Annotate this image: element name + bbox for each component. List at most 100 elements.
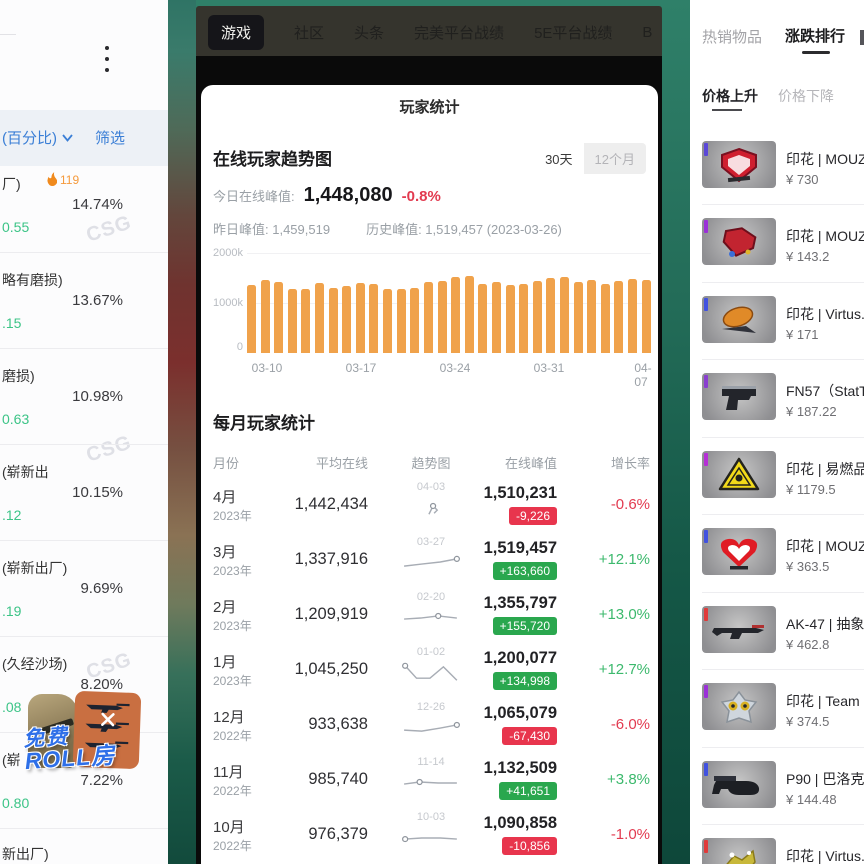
alltime-peak: 历史峰值: 1,519,457 (2023-03-26) [366, 219, 562, 238]
pistol-icon [702, 373, 776, 420]
item-name: 印花 | Team [786, 691, 864, 711]
divider [0, 828, 168, 829]
item-thumbnail [702, 838, 776, 864]
market-item[interactable]: 印花 | MOUZ ¥ 363.5 [690, 528, 864, 592]
row-month: 12月 [213, 706, 245, 727]
trend-sparkline [401, 659, 461, 685]
market-item[interactable]: 印花 | Virtus. [690, 838, 864, 864]
today-peak-label: 今日在线峰值: [213, 186, 295, 205]
item-price: ¥ 187.22 [786, 404, 837, 419]
item-name: 印花 | Virtus. [786, 304, 864, 324]
range-12m-button[interactable]: 12个月 [584, 143, 646, 174]
item-label: 略有磨损) [2, 270, 63, 290]
rarity-stripe [704, 143, 708, 156]
sticker-fist-icon [702, 296, 776, 343]
screenshot-root: (百分比) 筛选 CSG CSG CSG 厂) 119 14.74% 0.55 … [0, 0, 864, 864]
card-title: 玩家统计 [201, 96, 658, 117]
market-item[interactable]: 印花 | Virtus. ¥ 171 [690, 296, 864, 360]
item-label: (崭新出 [2, 462, 49, 482]
row-delta-badge: -9,226 [509, 507, 557, 525]
item-thumbnail [702, 451, 776, 498]
col-growth: 增长率 [611, 453, 650, 472]
row-spark-date: 10-03 [401, 811, 461, 823]
monthly-stats-row: 2月 2023年 1,209,919 02-20 1,355,797 +155,… [201, 591, 658, 646]
market-item[interactable]: 印花 | Team ¥ 374.5 [690, 683, 864, 747]
item-thumbnail [702, 683, 776, 730]
kebab-menu-icon[interactable] [103, 46, 111, 79]
active-tab-underline [802, 51, 830, 54]
market-item[interactable]: FN57（StatT ¥ 187.22 [690, 373, 864, 437]
market-item[interactable]: 印花 | 易燃品 ¥ 1179.5 [690, 451, 864, 515]
chevron-down-icon [62, 134, 73, 142]
tab-cutoff-fragment [860, 30, 864, 45]
percent-dropdown[interactable]: (百分比) [2, 127, 73, 148]
market-list-item[interactable]: 厂) 119 14.74% 0.55 [0, 168, 168, 264]
market-rank-panel: 热销物品 涨跌排行 价格上升 价格下降 印花 | MOUZ ¥ 730 印花 |… [690, 0, 864, 864]
item-percent: 14.74% [72, 196, 123, 213]
item-thumbnail [702, 528, 776, 575]
market-list-item[interactable]: (崭新出 10.15% .12 [0, 456, 168, 552]
row-peak: 1,519,457 [484, 539, 557, 558]
tab-5e-platform-stats[interactable]: 5E平台战绩 [534, 22, 612, 43]
active-subtab-underline [712, 109, 742, 111]
market-list-item[interactable]: (崭新出厂) 9.69% .19 [0, 552, 168, 648]
x-tick: 04-07 [634, 361, 651, 389]
rarity-stripe [704, 763, 708, 776]
market-item[interactable]: AK-47 | 抽象 ¥ 462.8 [690, 606, 864, 670]
ad-text-line2: ROLL房 [24, 744, 116, 773]
market-list-item[interactable]: 磨损) 10.98% 0.63 [0, 360, 168, 456]
item-value: 0.80 [2, 795, 29, 811]
row-spark-date: 11-14 [401, 756, 461, 768]
row-delta-badge: +41,651 [499, 782, 557, 800]
item-label: (崭新出厂) [2, 558, 67, 578]
row-growth: +13.0% [599, 606, 650, 623]
row-growth: +12.7% [599, 661, 650, 678]
market-item[interactable]: 印花 | MOUZ ¥ 730 [690, 141, 864, 205]
item-thumbnail [702, 141, 776, 188]
range-30d-button[interactable]: 30天 [534, 143, 583, 174]
filter-button[interactable]: 筛选 [95, 127, 125, 148]
trend-sparkline [401, 714, 461, 740]
market-list-item[interactable]: 略有磨损) 13.67% .15 [0, 264, 168, 360]
item-price: ¥ 1179.5 [786, 482, 836, 497]
market-item[interactable]: P90 | 巴洛克 ¥ 144.48 [690, 761, 864, 825]
promo-ad-overlay[interactable]: 免费 ROLL房 [22, 686, 144, 786]
rarity-stripe [704, 375, 708, 388]
tab-community[interactable]: 社区 [294, 22, 324, 43]
col-month: 月份 [213, 453, 239, 472]
row-month: 2月 [213, 596, 236, 617]
trend-sparkline [401, 769, 461, 795]
tab-price-rank[interactable]: 涨跌排行 [785, 25, 845, 46]
row-year: 2023年 [213, 672, 252, 689]
tab-hot-items[interactable]: 热销物品 [702, 26, 762, 47]
row-spark-date: 01-02 [401, 646, 461, 658]
rifle-icon [702, 606, 776, 653]
subtab-price-rising[interactable]: 价格上升 [702, 86, 758, 106]
tab-perfect-platform-stats[interactable]: 完美平台战绩 [414, 22, 504, 43]
x-tick: 03-10 [252, 361, 283, 375]
item-label: 厂) [2, 174, 21, 194]
sticker-shield-icon [702, 141, 776, 188]
tab-cutoff[interactable]: B [642, 24, 652, 41]
market-item[interactable]: 印花 | MOUZ ¥ 143.2 [690, 218, 864, 282]
monthly-stats-row: 10月 2022年 976,379 10-03 1,090,858 -10,85… [201, 811, 658, 864]
trend-bars [247, 253, 651, 353]
tab-games[interactable]: 游戏 [208, 15, 264, 50]
tab-headlines[interactable]: 头条 [354, 22, 384, 43]
row-spark-date: 04-03 [401, 481, 461, 493]
item-name: 印花 | MOUZ [786, 536, 864, 556]
row-average: 976,379 [308, 825, 368, 844]
item-name: P90 | 巴洛克 [786, 769, 864, 789]
sticker-alien-icon [702, 683, 776, 730]
hot-count: 119 [60, 173, 79, 187]
row-year: 2022年 [213, 727, 252, 744]
market-list-item[interactable]: 新出厂) [0, 838, 168, 864]
subtab-price-falling[interactable]: 价格下降 [778, 86, 834, 106]
y-tick: 1000k [207, 297, 243, 309]
row-spark-date: 03-27 [401, 536, 461, 548]
item-value: .08 [2, 699, 21, 715]
item-thumbnail [702, 373, 776, 420]
item-label: (崭 [2, 750, 21, 770]
monthly-stats-row: 11月 2022年 985,740 11-14 1,132,509 +41,65… [201, 756, 658, 811]
row-average: 1,209,919 [295, 605, 368, 624]
